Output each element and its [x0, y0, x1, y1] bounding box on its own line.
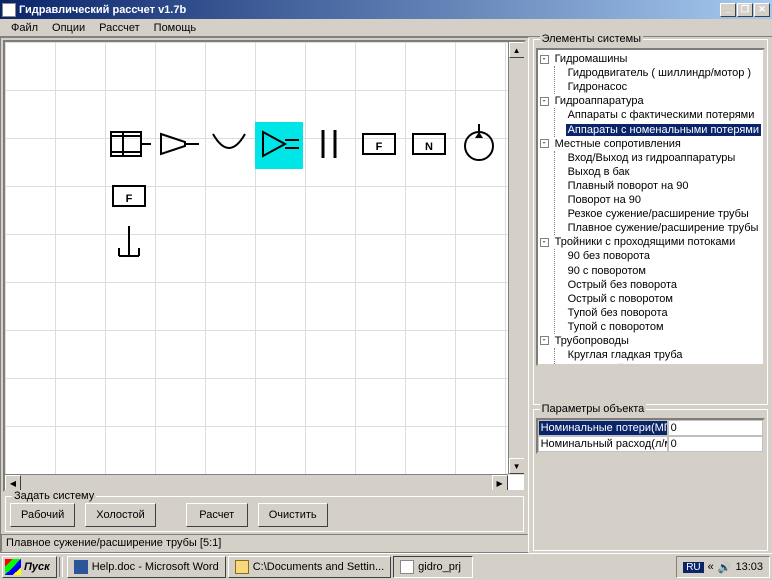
scroll-right-button[interactable]: ▶: [492, 475, 508, 491]
canvas-symbol[interactable]: F: [105, 182, 153, 215]
tree-item[interactable]: Круглая гладкая труба: [566, 349, 685, 361]
taskbar-task[interactable]: C:\Documents and Settin...: [228, 556, 391, 578]
menu-file[interactable]: Файл: [4, 22, 45, 34]
clock[interactable]: 13:03: [735, 561, 763, 573]
titlebar: Гидравлический рассчет v1.7b _ ❐ ✕: [0, 0, 772, 19]
clear-button[interactable]: Очистить: [258, 503, 328, 527]
tree-item[interactable]: Гидронасос: [566, 81, 630, 93]
menu-calc[interactable]: Рассчет: [92, 22, 147, 34]
tree-item[interactable]: Тупой без поворота: [566, 307, 670, 319]
tree-item[interactable]: Острый без поворота: [566, 279, 679, 291]
horizontal-scrollbar[interactable]: ◀ ▶: [5, 474, 508, 490]
taskbar-task-active[interactable]: gidro_prj: [393, 556, 473, 578]
tree-item[interactable]: 90 с поворотом: [566, 265, 648, 277]
minimize-button[interactable]: _: [720, 3, 736, 17]
canvas-symbol[interactable]: [205, 122, 253, 169]
tree-item[interactable]: Резиновый рукав: [566, 363, 658, 366]
start-button[interactable]: Пуск: [2, 556, 57, 578]
tree-item[interactable]: Трубопроводы: [553, 335, 631, 347]
menu-help[interactable]: Помощь: [147, 22, 204, 34]
tree-toggle[interactable]: -: [540, 336, 549, 345]
tree-toggle[interactable]: -: [540, 97, 549, 106]
tree-item[interactable]: 90 без поворота: [566, 250, 652, 262]
tray-icon[interactable]: 🔊: [718, 561, 732, 574]
scroll-up-button[interactable]: ▲: [509, 42, 525, 58]
close-button[interactable]: ✕: [754, 3, 770, 17]
tree-toggle[interactable]: -: [540, 139, 549, 148]
taskbar: Пуск Help.doc - Microsoft Word C:\Docume…: [0, 553, 772, 580]
idle-button[interactable]: Холостой: [85, 503, 155, 527]
start-label: Пуск: [24, 561, 50, 573]
app-icon: [2, 3, 16, 17]
svg-text:F: F: [126, 193, 133, 205]
tree-group-label: Элементы системы: [540, 33, 643, 45]
work-button[interactable]: Рабочий: [10, 503, 75, 527]
calc-button[interactable]: Расчет: [186, 503, 248, 527]
canvas-symbol[interactable]: [155, 122, 203, 169]
canvas-symbol[interactable]: [455, 122, 503, 169]
menu-options[interactable]: Опции: [45, 22, 92, 34]
params-group-label: Параметры объекта: [540, 403, 647, 415]
tray-icon[interactable]: «: [708, 561, 714, 573]
system-group: Задать систему Рабочий Холостой Расчет О…: [5, 496, 524, 532]
tree-item[interactable]: Гидродвигатель ( шиллиндр/мотор ): [566, 67, 753, 79]
scroll-left-button[interactable]: ◀: [5, 475, 21, 491]
tree-item[interactable]: Плавный поворот на 90: [566, 180, 691, 192]
scroll-down-button[interactable]: ▼: [509, 458, 525, 474]
param-name: Номинальные потери(МПа): [538, 420, 668, 436]
maximize-button[interactable]: ❐: [737, 3, 753, 17]
menubar: Файл Опции Рассчет Помощь: [0, 19, 772, 37]
vertical-scrollbar[interactable]: ▲ ▼: [508, 42, 524, 474]
window-title: Гидравлический рассчет v1.7b: [19, 4, 720, 16]
word-icon: [74, 560, 88, 574]
elements-tree[interactable]: -Гидромашины Гидродвигатель ( шиллиндр/м…: [536, 48, 765, 366]
tree-item[interactable]: Гидроаппаратура: [553, 95, 646, 107]
system-group-label: Задать систему: [12, 490, 96, 502]
system-tray: RU « 🔊 13:03: [676, 556, 770, 578]
task-label: C:\Documents and Settin...: [253, 561, 384, 573]
tree-item[interactable]: Гидромашины: [553, 53, 630, 65]
tree-item[interactable]: Острый с поворотом: [566, 293, 675, 305]
language-indicator[interactable]: RU: [683, 562, 703, 573]
taskbar-task[interactable]: Help.doc - Microsoft Word: [67, 556, 226, 578]
tree-item[interactable]: Аппараты с фактическими потерями: [566, 109, 757, 121]
folder-icon: [235, 560, 249, 574]
tree-item[interactable]: Плавное сужение/расширение трубы: [566, 222, 761, 234]
app-icon: [400, 560, 414, 574]
canvas-symbol[interactable]: [305, 122, 353, 169]
canvas-symbol[interactable]: N: [405, 122, 453, 169]
tree-item[interactable]: Резкое сужение/расширение трубы: [566, 208, 751, 220]
tree-toggle[interactable]: -: [540, 55, 549, 64]
task-label: gidro_prj: [418, 561, 461, 573]
params-group: Параметры объекта Номинальные потери(МПа…: [533, 409, 768, 551]
task-label: Help.doc - Microsoft Word: [92, 561, 219, 573]
tree-item-selected[interactable]: Аппараты с номенальными потерями: [566, 124, 761, 136]
params-table: Номинальные потери(МПа) 0 Номинальный ра…: [536, 418, 765, 454]
svg-text:F: F: [376, 141, 383, 153]
canvas-area[interactable]: F N F ▲ ▼ ◀ ▶: [3, 40, 526, 492]
canvas-symbol[interactable]: [105, 222, 153, 269]
windows-icon: [5, 559, 21, 575]
param-value[interactable]: 0: [668, 420, 763, 436]
param-row[interactable]: Номинальные потери(МПа) 0: [538, 420, 763, 436]
svg-text:N: N: [425, 141, 433, 153]
tree-toggle[interactable]: -: [540, 238, 549, 247]
canvas-symbol[interactable]: [255, 122, 303, 169]
statusbar: Плавное сужение/расширение трубы [5:1]: [1, 534, 528, 552]
param-row[interactable]: Номинальный расход(л/м) 0: [538, 436, 763, 452]
tree-group: Элементы системы -Гидромашины Гидродвига…: [533, 39, 768, 405]
tree-item[interactable]: Выход в бак: [566, 166, 632, 178]
canvas-symbol[interactable]: F: [355, 122, 403, 169]
param-name: Номинальный расход(л/м): [538, 436, 668, 452]
tree-item[interactable]: Местные сопротивления: [553, 138, 683, 150]
tree-item[interactable]: Тройники с проходящими потоками: [553, 236, 738, 248]
param-value[interactable]: 0: [668, 436, 763, 452]
tree-item[interactable]: Тупой с поворотом: [566, 321, 666, 333]
tree-item[interactable]: Вход/Выход из гидроаппаратуры: [566, 152, 738, 164]
canvas-symbol[interactable]: [105, 122, 153, 169]
tree-item[interactable]: Поворот на 90: [566, 194, 643, 206]
